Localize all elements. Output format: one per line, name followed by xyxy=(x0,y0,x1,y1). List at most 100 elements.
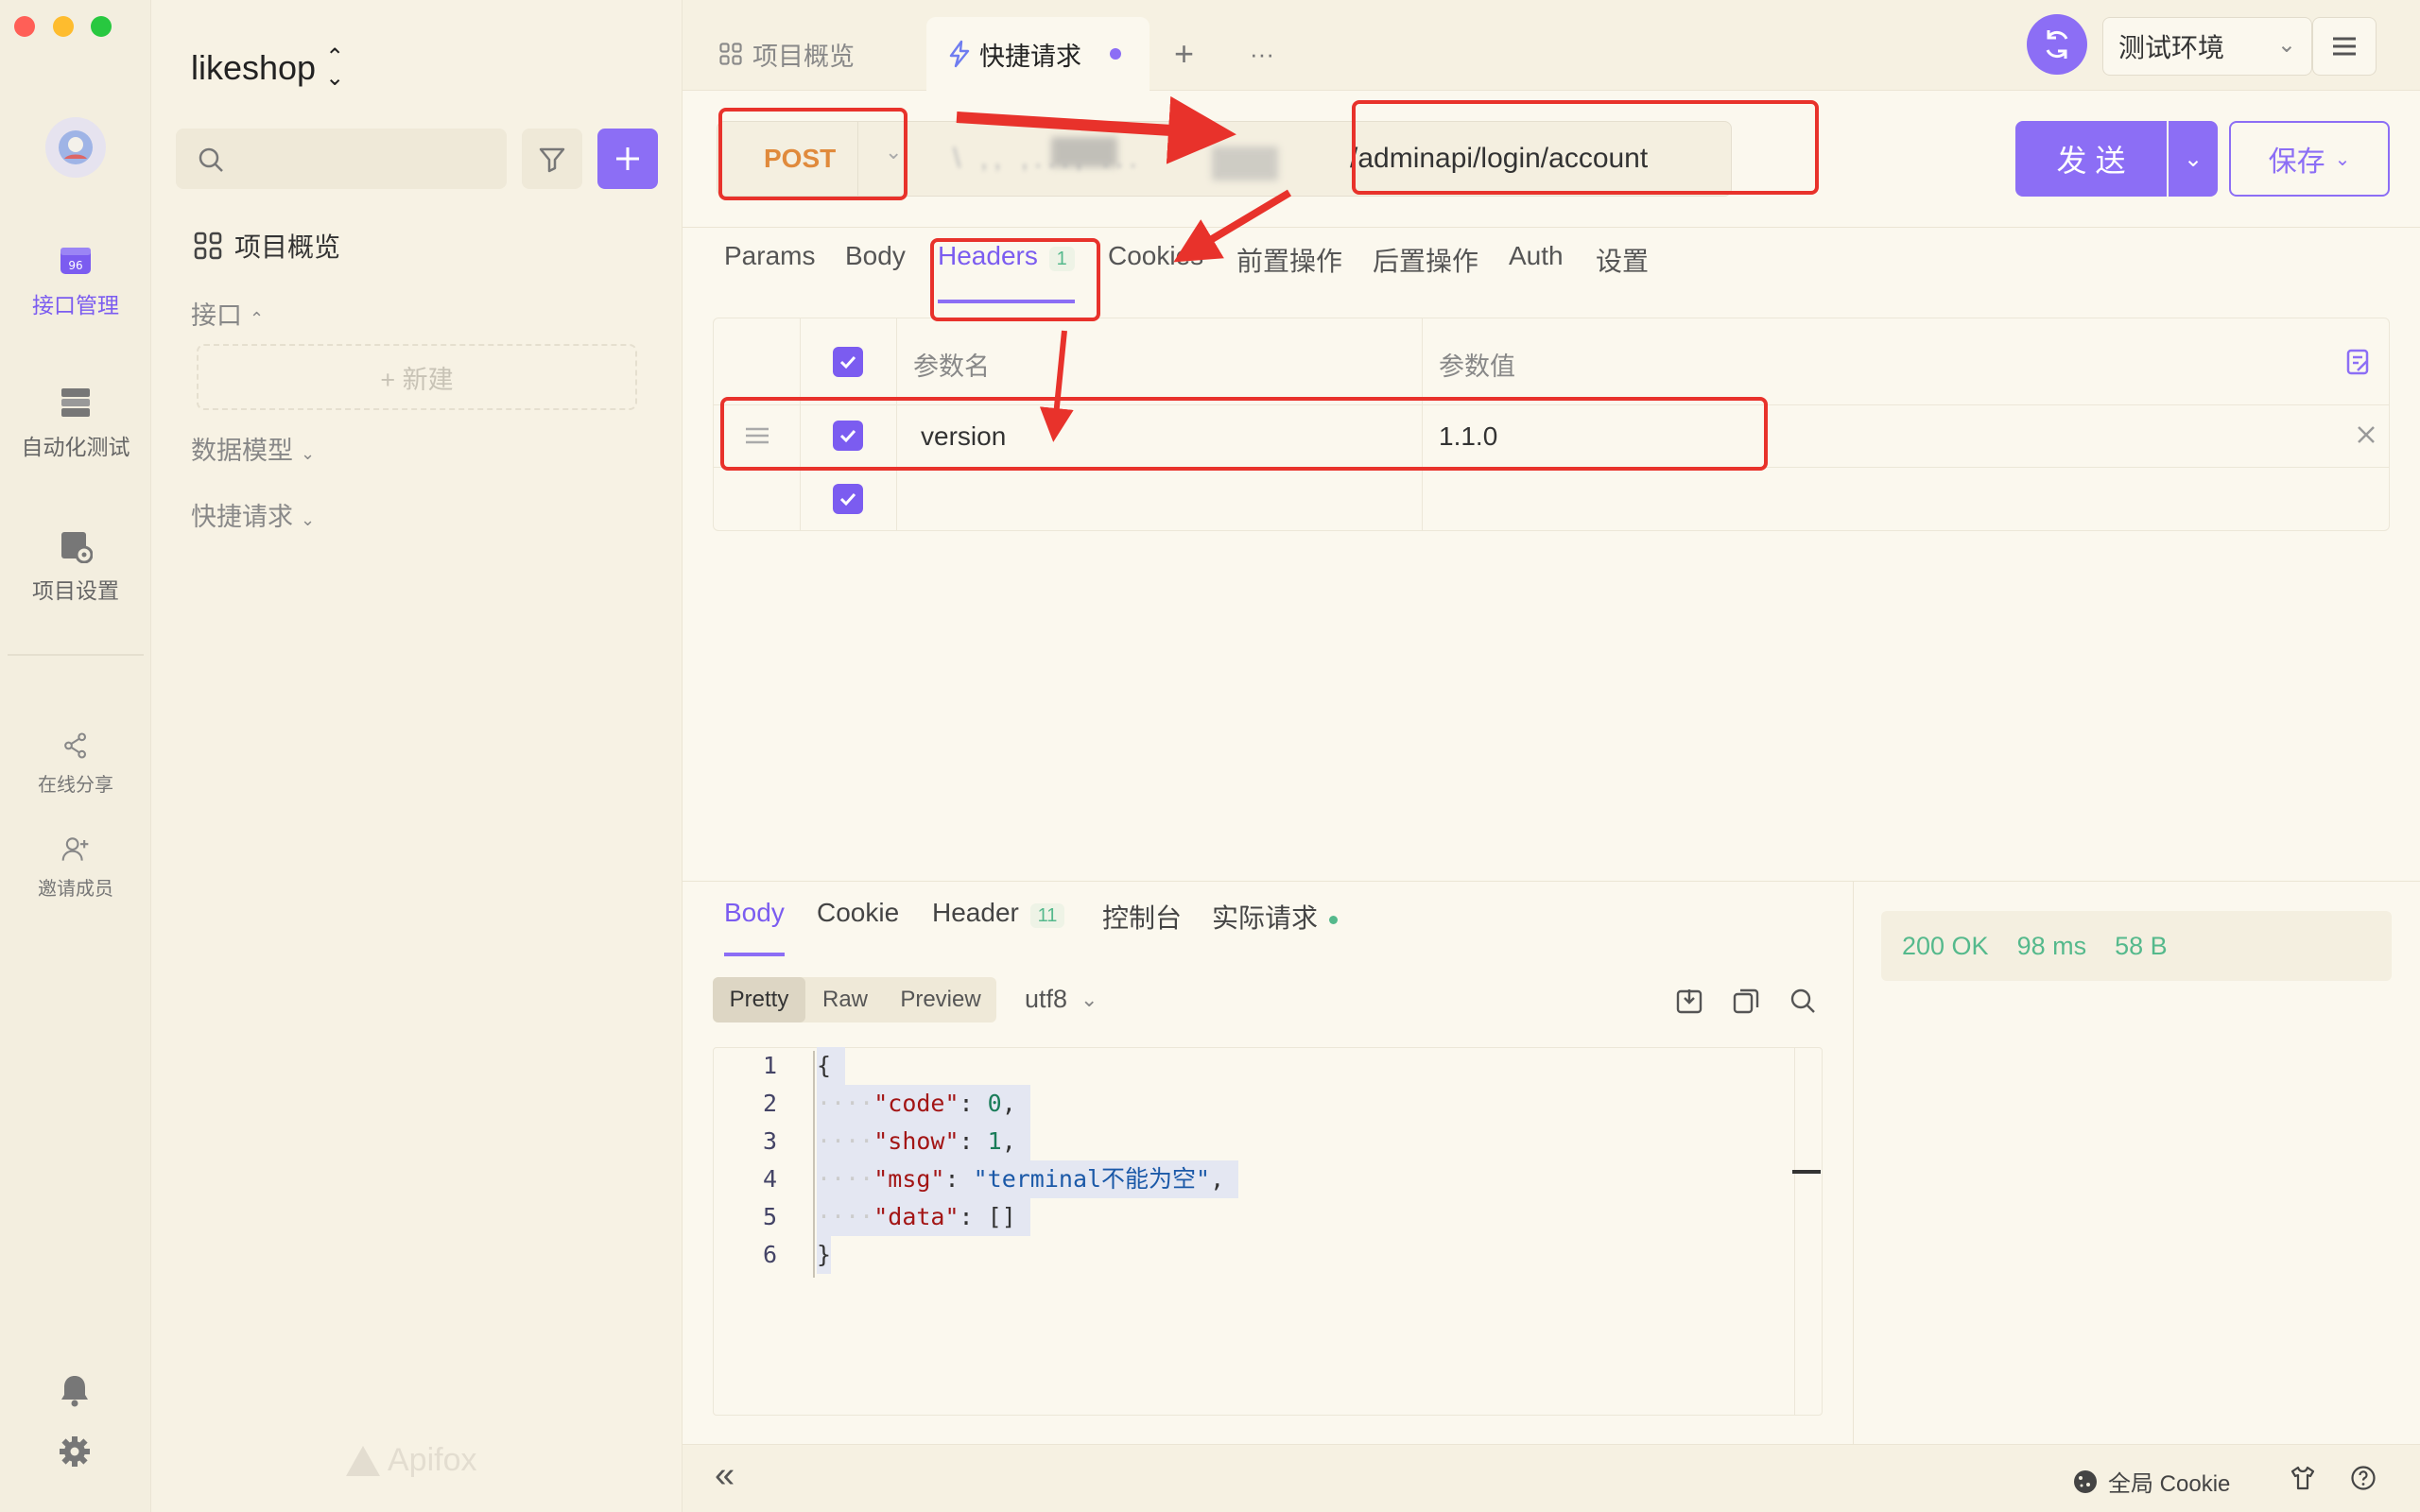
header-value-input[interactable]: 1.1.0 xyxy=(1439,421,1497,452)
add-tab-button[interactable]: + xyxy=(1174,17,1194,91)
new-interface-button[interactable]: + 新建 xyxy=(197,344,637,410)
chevron-down-icon: ⌄ xyxy=(2276,32,2296,58)
headers-count-badge: 1 xyxy=(1048,247,1075,271)
more-icon: ··· xyxy=(1250,39,1274,68)
share-icon xyxy=(64,732,87,759)
menu-button[interactable] xyxy=(2312,17,2377,76)
divider xyxy=(683,227,2420,228)
lightning-icon xyxy=(949,40,970,68)
format-raw[interactable]: Raw xyxy=(805,977,885,1022)
sidebar-item-label: 项目概览 xyxy=(234,232,341,262)
sidebar-item-overview[interactable]: 项目概览 xyxy=(193,227,340,265)
tab-settings[interactable]: 设置 xyxy=(1596,241,1649,288)
tab-pre-operations[interactable]: 前置操作 xyxy=(1236,241,1342,288)
tab-body[interactable]: Body xyxy=(845,241,906,288)
line-number: 5 xyxy=(762,1203,777,1230)
sync-button[interactable] xyxy=(2027,14,2087,75)
rail-item-api[interactable]: 96 接口管理 xyxy=(0,244,151,319)
header-count-badge: 11 xyxy=(1029,903,1065,928)
rail-item-label: 邀请成员 xyxy=(38,879,113,900)
filter-button[interactable] xyxy=(522,129,582,189)
response-tab-header[interactable]: Header 11 xyxy=(932,898,1065,928)
tab-overview[interactable]: 项目概览 xyxy=(718,17,855,91)
zoom-window-button[interactable] xyxy=(91,16,112,37)
code-line-4: 4 ····"msg": "terminal不能为空", xyxy=(720,1160,1239,1198)
delete-row-icon[interactable] xyxy=(2354,422,2378,447)
rail-item-project-settings[interactable]: 项目设置 xyxy=(0,529,151,605)
filter-icon xyxy=(539,147,565,173)
row-checkbox[interactable] xyxy=(833,484,863,514)
add-button[interactable] xyxy=(597,129,658,189)
sidebar-group-label: 快捷请求 xyxy=(191,503,293,531)
shirt-icon[interactable] xyxy=(2290,1465,2316,1491)
sidebar-group-data-model[interactable]: 数据模型 ⌄ xyxy=(191,430,315,467)
format-preview[interactable]: Preview xyxy=(885,977,996,1022)
minimize-window-button[interactable] xyxy=(53,16,74,37)
copy-icon[interactable] xyxy=(1732,987,1760,1015)
send-options-button[interactable]: ⌄ xyxy=(2169,121,2218,197)
search-icon xyxy=(199,147,223,172)
tab-headers[interactable]: Headers 1 xyxy=(938,241,1075,303)
rail-item-automation[interactable]: 自动化测试 xyxy=(0,386,151,461)
tab-label: Headers xyxy=(938,241,1038,270)
rail-item-invite[interactable]: 邀请成员 xyxy=(0,835,151,901)
nav-rail: 96 接口管理 自动化测试 项目设置 在线分享 邀请成员 xyxy=(0,0,151,1512)
tab-label: 设置 xyxy=(1596,247,1650,276)
json-key: "msg" xyxy=(873,1165,945,1193)
method-select[interactable]: POST ⌄ xyxy=(717,121,902,197)
chevron-down-icon: ⌄ xyxy=(885,140,903,163)
download-icon[interactable] xyxy=(1675,987,1703,1015)
format-pretty[interactable]: Pretty xyxy=(713,977,805,1022)
project-settings-icon xyxy=(61,532,93,563)
indent-guide xyxy=(813,1051,815,1278)
send-button[interactable]: 发 送 xyxy=(2015,121,2167,197)
grid-icon xyxy=(194,232,222,260)
bulk-edit-icon[interactable] xyxy=(2344,348,2373,376)
chevron-down-icon: ⌄ xyxy=(301,510,316,529)
encoding-select[interactable]: utf8 ⌄ xyxy=(1025,985,1098,1014)
save-label: 保存 xyxy=(2268,146,2325,178)
status-dot xyxy=(1328,916,1338,925)
close-window-button[interactable] xyxy=(14,16,35,37)
unsaved-dot xyxy=(1110,48,1121,60)
select-all-checkbox[interactable] xyxy=(833,347,863,377)
row-checkbox[interactable] xyxy=(833,421,863,451)
tab-cookies[interactable]: Cookies xyxy=(1108,241,1203,288)
check-icon xyxy=(839,355,856,369)
tab-post-operations[interactable]: 后置操作 xyxy=(1373,241,1478,288)
project-switcher[interactable]: likeshop ⌃ ⌄ xyxy=(191,45,344,89)
search-icon[interactable] xyxy=(1789,987,1817,1015)
notification-bell-icon[interactable] xyxy=(59,1373,91,1407)
response-tab-actual-request[interactable]: 实际请求 xyxy=(1212,898,1338,936)
project-name: likeshop xyxy=(191,47,317,87)
response-tab-console[interactable]: 控制台 xyxy=(1102,898,1182,936)
response-size: 58 B xyxy=(2115,931,2168,960)
response-tab-cookie[interactable]: Cookie xyxy=(817,898,899,928)
sidebar-group-quick-request[interactable]: 快捷请求 ⌄ xyxy=(191,496,315,533)
project-sidebar: likeshop ⌃ ⌄ 项目概览 接口 ⌃ + 新建 数据模型 ⌄ 快捷请求 ⌄ Ap… xyxy=(151,0,683,1512)
help-icon[interactable] xyxy=(2350,1465,2377,1491)
avatar[interactable] xyxy=(45,117,106,178)
response-tab-body[interactable]: Body xyxy=(724,898,785,956)
drag-handle-icon[interactable] xyxy=(743,424,771,447)
tab-params[interactable]: Params xyxy=(724,241,815,288)
new-button-label: + 新建 xyxy=(380,365,454,394)
collapse-sidebar-button[interactable]: « xyxy=(715,1455,735,1496)
save-button[interactable]: 保存 ⌄ xyxy=(2229,121,2390,197)
tab-quick-request[interactable]: 快捷请求 xyxy=(926,17,1150,91)
global-cookie-button[interactable]: 全局 Cookie xyxy=(2072,1465,2230,1498)
code-line-3: 3 ····"show": 1, xyxy=(720,1123,1238,1160)
environment-select[interactable]: 测试环境 ⌄ xyxy=(2102,17,2312,76)
json-value: [] xyxy=(987,1203,1016,1230)
tab-auth[interactable]: Auth xyxy=(1509,241,1564,288)
sidebar-group-interface[interactable]: 接口 ⌃ xyxy=(191,295,264,332)
response-status-bar: 200 OK 98 ms 58 B xyxy=(1881,911,2392,981)
rail-item-label: 项目设置 xyxy=(32,578,119,603)
settings-gear-icon[interactable] xyxy=(59,1435,91,1468)
header-name-input[interactable]: version xyxy=(921,421,1006,452)
more-tabs-button[interactable]: ··· xyxy=(1250,17,1274,91)
rail-item-share[interactable]: 在线分享 xyxy=(0,731,151,797)
row-divider xyxy=(713,404,2390,405)
chevron-down-icon: ⌄ xyxy=(2334,148,2351,170)
search-input[interactable] xyxy=(176,129,507,189)
